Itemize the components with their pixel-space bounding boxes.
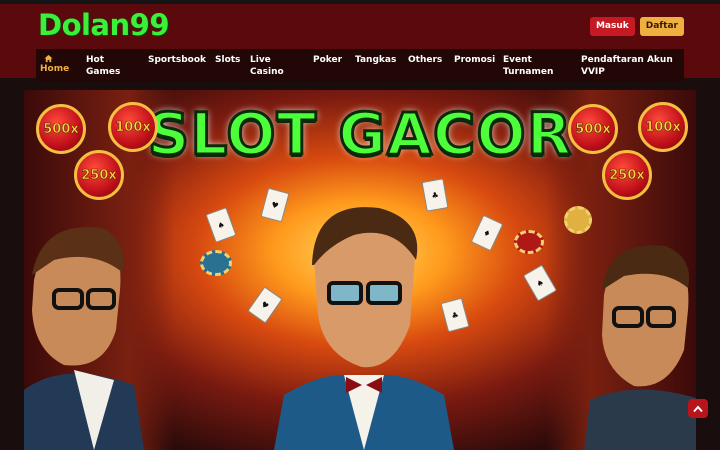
main-nav: Home Hot Games Sportsbook Slots Live Cas… [36,49,684,82]
nav-item-label: Home [40,64,70,74]
nav-item-hot-games[interactable]: Hot Games [86,54,130,78]
nav-item-promosi[interactable]: Promosi [454,54,495,66]
site-header: Dolan99 Masuk Daftar Home Hot Games Spor… [0,0,720,82]
nav-item-event-turnamen[interactable]: Event Turnamen [503,54,553,78]
home-icon [44,54,53,63]
multiplier-badge: 100x [638,102,688,152]
multiplier-badge: 250x [602,150,652,200]
multiplier-badge: 100x [108,102,158,152]
multiplier-badge: 500x [568,104,618,154]
poker-chip-icon [564,206,592,234]
man-center-illustration [274,207,454,450]
nav-item-sportsbook[interactable]: Sportsbook [148,54,206,66]
nav-item-vvip-registration[interactable]: Pendaftaran Akun VVIP [581,54,681,78]
multiplier-badge: 250x [74,150,124,200]
multiplier-badge: 500x [36,104,86,154]
hero-banner[interactable]: SLOT GACOR 500x 100x 250x 500x 100x 250x… [24,90,696,450]
nav-item-slots[interactable]: Slots [215,54,240,66]
man-left-illustration [24,226,144,450]
man-right-illustration [584,245,696,450]
auth-buttons: Masuk Daftar [589,17,684,36]
chevron-up-icon [693,404,703,412]
poker-chip-icon [514,230,544,254]
login-button[interactable]: Masuk [589,17,635,36]
scroll-to-top-button[interactable] [688,399,708,418]
register-button[interactable]: Daftar [639,17,684,36]
site-logo[interactable]: Dolan99 [38,8,170,42]
playing-card-icon: ♠ [205,207,237,243]
nav-item-others[interactable]: Others [408,54,442,66]
nav-item-tangkas[interactable]: Tangkas [355,54,396,66]
playing-card-icon: ♦ [470,214,504,252]
nav-item-home[interactable]: Home [40,54,69,75]
nav-item-live-casino[interactable]: Live Casino [250,54,288,78]
nav-item-poker[interactable]: Poker [313,54,342,66]
poker-chip-icon [200,250,232,276]
